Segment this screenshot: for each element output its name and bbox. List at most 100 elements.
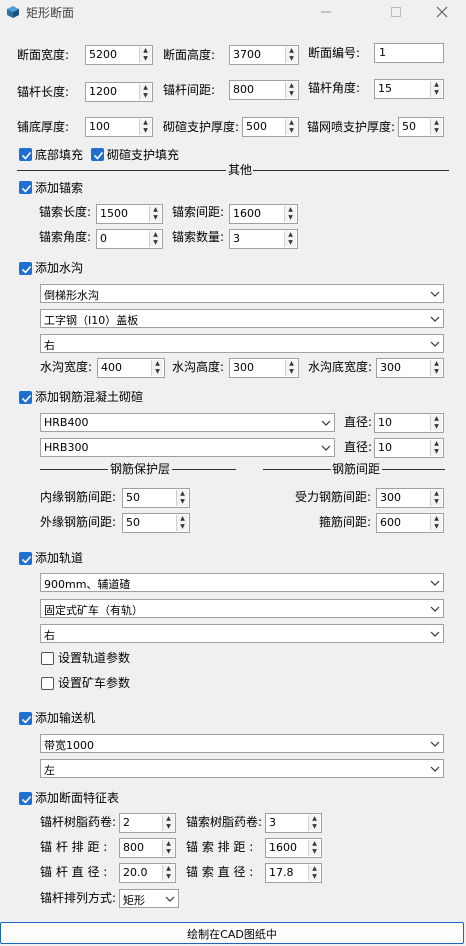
diameter-2-spinner[interactable]: 10 ▲ ▼: [374, 438, 444, 458]
set-car-params-label: 设置矿车参数: [58, 676, 131, 690]
bolt-resin-label: 锚杆树脂药卷:: [40, 815, 117, 829]
masonry-thickness-spinner[interactable]: 500 ▲ ▼: [242, 117, 299, 137]
bolt-row-spacing-label: 锚 杆 排 距 :: [40, 840, 108, 854]
floor-thickness-label: 铺底厚度:: [17, 120, 70, 134]
bolt-layout-select[interactable]: 矩形: [119, 889, 179, 908]
ditch-bottom-width-label: 水沟底宽度:: [308, 360, 373, 374]
check-icon: [21, 394, 32, 403]
masonry-fill-checkbox[interactable]: [91, 148, 104, 161]
chevron-down-icon: [430, 580, 440, 586]
chevron-down-icon: [430, 341, 440, 347]
bolt-diameter-spinner[interactable]: 20.0 ▲ ▼: [119, 863, 176, 883]
check-icon: [21, 555, 32, 564]
section-height-spinner[interactable]: 3700 ▲ ▼: [229, 45, 299, 65]
add-rc-label: 添加钢筋混凝土砌碹: [35, 390, 144, 404]
diameter-1-label: 直径:: [344, 415, 373, 429]
bolt-resin-spinner[interactable]: 2 ▲ ▼: [119, 813, 176, 833]
other-separator-right: [253, 170, 449, 171]
mesh-thickness-label: 锚网喷支护厚度:: [307, 120, 396, 134]
steel-grade-1-select[interactable]: HRB400: [40, 413, 335, 432]
check-icon: [21, 151, 32, 160]
stirrup-spacing-label: 箍筋间距:: [319, 515, 372, 529]
maximize-icon: [391, 7, 401, 17]
bolt-length-spinner[interactable]: 1200 ▲ ▼: [85, 82, 153, 102]
section-width-label: 断面宽度:: [17, 48, 70, 62]
ditch-side-select[interactable]: 右: [40, 334, 444, 353]
chevron-down-icon: [165, 896, 175, 902]
ditch-shape-select[interactable]: 倒梯形水沟: [40, 284, 444, 303]
bolt-diameter-label: 锚 杆 直 径 :: [40, 865, 108, 879]
maximize-button[interactable]: [376, 0, 416, 24]
inner-rebar-spacing-spinner[interactable]: 50 ▲ ▼: [122, 488, 190, 508]
spacing-separator-right: [382, 469, 445, 470]
cable-length-label: 锚索长度:: [39, 205, 92, 219]
chevron-down-icon: [430, 631, 440, 637]
track-gauge-select[interactable]: 900mm、辅道碴: [40, 573, 444, 592]
check-icon: [21, 715, 32, 724]
add-feature-table-checkbox[interactable]: [19, 792, 32, 805]
app-icon: [7, 6, 19, 18]
add-cable-checkbox[interactable]: [19, 181, 32, 194]
bolt-row-spacing-spinner[interactable]: 800 ▲ ▼: [119, 838, 176, 858]
stirrup-spacing-spinner[interactable]: 600 ▲ ▼: [376, 513, 444, 533]
ditch-width-label: 水沟宽度:: [40, 360, 93, 374]
ditch-cover-select[interactable]: 工字钢（I10）盖板: [40, 309, 444, 328]
belt-width-select[interactable]: 带宽1000: [40, 734, 444, 753]
add-ditch-checkbox[interactable]: [19, 262, 32, 275]
bolt-angle-label: 锚杆角度:: [308, 81, 361, 95]
rebar-spacing-label: 钢筋间距: [332, 462, 381, 476]
minimize-button[interactable]: [306, 0, 346, 24]
mine-car-select[interactable]: 固定式矿车（有轨）: [40, 599, 444, 618]
bolt-spacing-label: 锚杆间距:: [163, 83, 216, 97]
diameter-1-spinner[interactable]: 10 ▲ ▼: [374, 413, 444, 433]
set-track-params-label: 设置轨道参数: [58, 651, 131, 665]
set-track-params-checkbox[interactable]: [41, 652, 54, 665]
ditch-height-spinner[interactable]: 300 ▲ ▼: [229, 358, 299, 378]
bolt-spacing-spinner[interactable]: 800 ▲ ▼: [229, 80, 299, 100]
ditch-bottom-width-spinner[interactable]: 300 ▲ ▼: [376, 358, 444, 378]
minimize-icon: [321, 11, 331, 13]
section-width-spinner[interactable]: 5200 ▲ ▼: [85, 45, 153, 65]
cable-length-spinner[interactable]: 1500 ▲ ▼: [96, 204, 163, 224]
floor-fill-checkbox[interactable]: [19, 148, 32, 161]
cover-separator-left: [40, 469, 108, 470]
chevron-down-icon: [430, 741, 440, 747]
cable-row-spacing-spinner[interactable]: 1600 ▲ ▼: [265, 838, 322, 858]
cable-resin-spinner[interactable]: 3 ▲ ▼: [265, 813, 322, 833]
bolt-length-label: 锚杆长度:: [17, 85, 70, 99]
section-id-input[interactable]: 1: [374, 43, 444, 63]
add-conveyor-checkbox[interactable]: [19, 712, 32, 725]
cable-count-label: 锚索数量:: [172, 230, 225, 244]
conveyor-side-select[interactable]: 左: [40, 759, 444, 778]
floor-thickness-spinner[interactable]: 100 ▲ ▼: [85, 117, 153, 137]
add-track-checkbox[interactable]: [19, 552, 32, 565]
ditch-width-spinner[interactable]: 400 ▲ ▼: [97, 358, 165, 378]
main-rebar-spacing-label: 受力钢筋间距:: [295, 490, 372, 504]
outer-rebar-spacing-spinner[interactable]: 50 ▲ ▼: [122, 513, 190, 533]
add-ditch-label: 添加水沟: [35, 261, 84, 275]
cable-resin-label: 锚索树脂药卷:: [186, 815, 263, 829]
draw-in-cad-button[interactable]: 绘制在CAD图纸中: [0, 922, 464, 944]
outer-rebar-spacing-label: 外缘钢筋间距:: [40, 515, 117, 529]
close-button[interactable]: [422, 0, 462, 24]
set-car-params-checkbox[interactable]: [41, 677, 54, 690]
add-feature-table-label: 添加断面特征表: [35, 791, 120, 805]
cable-diameter-spinner[interactable]: 17.8 ▲ ▼: [265, 863, 322, 883]
chevron-down-icon: [430, 316, 440, 322]
check-icon: [93, 151, 104, 160]
track-side-select[interactable]: 右: [40, 624, 444, 643]
add-rc-checkbox[interactable]: [19, 391, 32, 404]
cable-angle-spinner[interactable]: 0 ▲ ▼: [96, 229, 163, 249]
draw-in-cad-label: 绘制在CAD图纸中: [187, 928, 277, 941]
cable-count-spinner[interactable]: 3 ▲ ▼: [229, 229, 298, 249]
cable-row-spacing-label: 锚 索 排 距 :: [186, 840, 254, 854]
main-rebar-spacing-spinner[interactable]: 300 ▲ ▼: [376, 488, 444, 508]
add-track-label: 添加轨道: [35, 551, 84, 565]
bolt-angle-spinner[interactable]: 15 ▲ ▼: [374, 79, 444, 99]
mesh-thickness-spinner[interactable]: 50 ▲ ▼: [398, 117, 444, 137]
cable-diameter-label: 锚 索 直 径 :: [186, 865, 254, 879]
masonry-fill-label: 砌碹支护填充: [107, 148, 180, 162]
steel-grade-2-select[interactable]: HRB300: [40, 438, 335, 457]
cable-spacing-spinner[interactable]: 1600 ▲ ▼: [229, 204, 298, 224]
chevron-down-icon: [321, 445, 331, 451]
